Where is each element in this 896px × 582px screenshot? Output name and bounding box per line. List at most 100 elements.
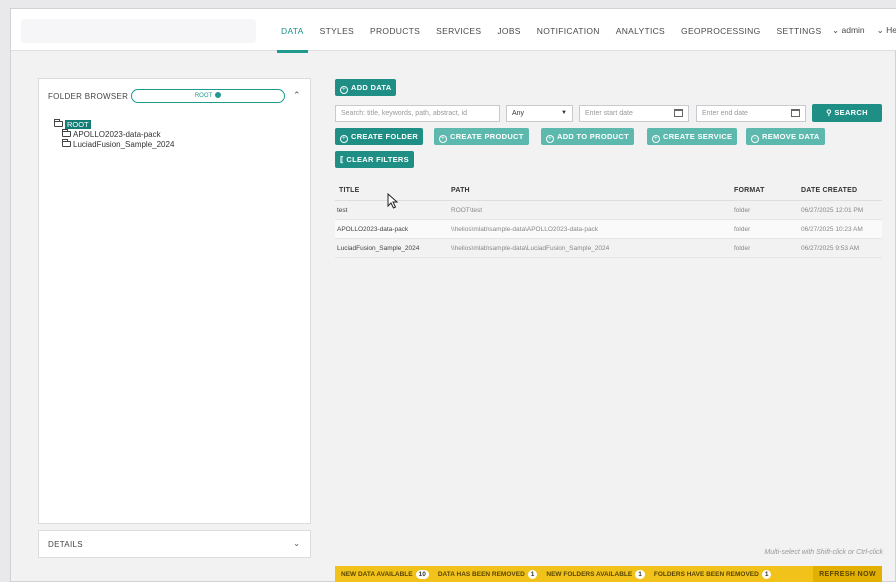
status-new-data: NEW DATA AVAILABLE 10 [341,570,429,579]
column-format[interactable]: FORMAT [734,187,765,194]
details-panel[interactable]: DETAILS ⌄ [38,530,311,558]
cell-path: \\helios\mlab\sample-data\LuciadFusion_S… [451,245,610,252]
user-menu[interactable]: ⌄ admin [832,25,865,36]
cell-title: LuciadFusion_Sample_2024 [337,245,420,252]
root-filter-pill[interactable]: ROOT [131,89,285,103]
count-badge: 1 [527,570,538,579]
add-data-button[interactable]: + ADD DATA [335,79,397,96]
remove-data-button[interactable]: − REMOVE DATA [746,128,825,145]
table-row[interactable]: test ROOT\test folder 06/27/2025 12:01 P… [335,201,882,220]
nav-right: ⌄ admin ⌄ He [820,9,896,51]
folder-icon [62,139,71,147]
create-product-label: CREATE PRODUCT [450,132,524,141]
tree-item-label: LuciadFusion_Sample_2024 [73,139,175,149]
plus-circle-icon: + [652,135,660,143]
status-label: DATA HAS BEEN REMOVED [437,571,525,578]
count-badge: 10 [415,570,429,579]
create-service-button[interactable]: + CREATE SERVICE [647,128,738,145]
clear-filters-label: CLEAR FILTERS [346,155,409,164]
add-data-label: ADD DATA [351,83,392,92]
cell-format: folder [734,207,751,214]
root-pill-label: ROOT [194,93,213,99]
nav-analytics[interactable]: ANALYTICS [616,9,665,51]
chevron-down-icon: ▼ [561,110,567,116]
plus-circle-icon: + [340,135,348,143]
nav-services[interactable]: SERVICES [436,9,481,51]
end-date-placeholder: Enter end date [702,110,748,117]
tree-item-apollo[interactable]: APOLLO2023-data-pack [62,129,174,139]
tree-item-label: ROOT [65,119,91,129]
cell-path: \\helios\mlab\sample-data\APOLLO2023-dat… [451,226,599,233]
status-label: NEW DATA AVAILABLE [341,571,413,578]
data-table: TITLE PATH FORMAT DATE CREATED test ROOT… [335,181,882,258]
nav-products[interactable]: PRODUCTS [370,9,420,51]
cell-date: 06/27/2025 10:23 AM [801,226,863,233]
search-label: SEARCH [834,108,868,117]
chevron-down-icon[interactable]: ⌄ [293,539,300,548]
mouse-cursor-icon [387,193,399,209]
status-label: NEW FOLDERS AVAILABLE [546,571,633,578]
calendar-icon[interactable] [674,109,683,117]
table-row[interactable]: LuciadFusion_Sample_2024 \\helios\mlab\s… [335,239,882,258]
user-name: admin [841,24,865,35]
folder-browser-panel: FOLDER BROWSER ROOT ⌃ ROOT APOLLO2023-da… [38,78,311,524]
calendar-icon[interactable] [791,109,800,117]
create-folder-label: CREATE FOLDER [351,132,419,141]
close-icon[interactable] [215,92,222,98]
nav-notification[interactable]: NOTIFICATION [537,9,600,51]
notification-bar: NEW DATA AVAILABLE 10 DATA HAS BEEN REMOV… [335,566,882,582]
nav-styles[interactable]: STYLES [320,9,354,51]
add-to-product-button[interactable]: + ADD TO PRODUCT [541,128,634,145]
search-input[interactable]: Search: title, keywords, path, abstract,… [335,105,500,122]
type-select-value: Any [512,110,525,117]
search-button[interactable]: ⚲ SEARCH [812,104,882,122]
tree-item-luciad[interactable]: LuciadFusion_Sample_2024 [62,139,174,149]
cell-date: 06/27/2025 9:53 AM [801,245,860,252]
details-title: DETAILS [48,540,83,549]
type-select[interactable]: Any ▼ [506,105,573,122]
chevron-up-icon[interactable]: ⌃ [293,90,301,101]
filter-clear-icon: ⟦ [340,155,345,164]
end-date-input[interactable]: Enter end date [696,105,806,122]
clear-filters-button[interactable]: ⟦ CLEAR FILTERS [335,151,414,168]
nav-jobs[interactable]: JOBS [497,9,520,51]
start-date-placeholder: Enter start date [585,110,633,117]
minus-circle-icon: − [751,135,759,143]
count-badge: 1 [635,570,645,579]
column-title[interactable]: TITLE [339,187,359,194]
nav-data[interactable]: DATA [277,9,308,53]
cell-path: ROOT\test [451,207,483,214]
search-placeholder: Search: title, keywords, path, abstract,… [341,110,468,117]
status-label: FOLDERS HAVE BEEN REMOVED [653,571,759,578]
table-header: TITLE PATH FORMAT DATE CREATED [335,181,882,201]
search-icon: ⚲ [826,108,832,117]
tree-item-label: APOLLO2023-data-pack [73,129,161,139]
cell-format: folder [734,245,751,252]
nav-geoprocessing[interactable]: GEOPROCESSING [681,9,760,51]
create-service-label: CREATE SERVICE [663,132,733,141]
cell-title: APOLLO2023-data-pack [337,226,409,233]
status-new-folders: NEW FOLDERS AVAILABLE 1 [546,570,645,579]
table-row[interactable]: APOLLO2023-data-pack \\helios\mlab\sampl… [335,220,882,239]
app-logo[interactable] [21,19,256,43]
folder-icon [62,129,71,137]
main-nav: DATA STYLES PRODUCTS SERVICES JOBS NOTIF… [273,9,829,53]
refresh-now-button[interactable]: REFRESH NOW [813,566,882,582]
plus-circle-icon: + [546,135,554,143]
cell-title: test [337,207,348,214]
status-data-removed: DATA HAS BEEN REMOVED 1 [438,570,538,579]
remove-data-label: REMOVE DATA [762,132,820,141]
cell-date: 06/27/2025 12:01 PM [801,207,864,214]
help-menu[interactable]: ⌄ He [877,25,896,36]
status-folders-removed: FOLDERS HAVE BEEN REMOVED 1 [654,570,772,579]
column-path[interactable]: PATH [451,187,470,194]
multiselect-hint: Multi-select with Shift-click or Ctrl-cl… [764,549,883,556]
cell-format: folder [734,226,751,233]
start-date-input[interactable]: Enter start date [579,105,689,122]
create-folder-button[interactable]: + CREATE FOLDER [335,128,424,145]
tree-item-root[interactable]: ROOT [54,119,174,129]
create-product-button[interactable]: + CREATE PRODUCT [434,128,529,145]
column-date-created[interactable]: DATE CREATED [801,187,857,194]
app-window: DATA STYLES PRODUCTS SERVICES JOBS NOTIF… [10,8,896,582]
nav-settings[interactable]: SETTINGS [777,9,822,51]
